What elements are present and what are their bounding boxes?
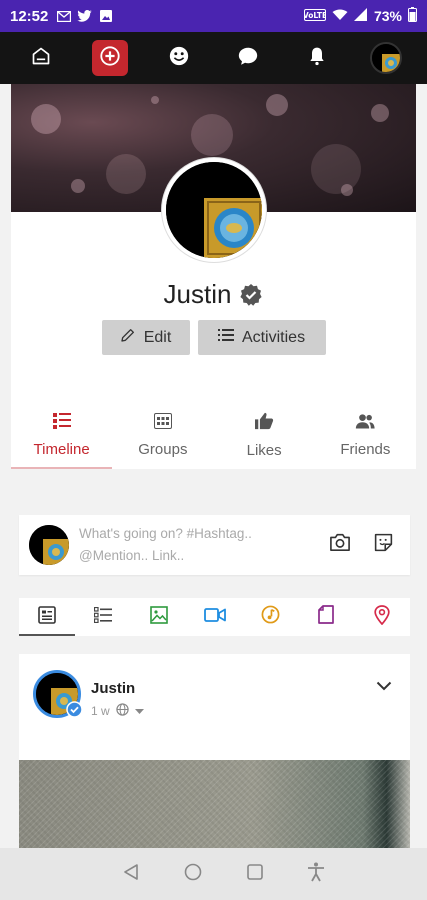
image-post-icon [149, 605, 168, 629]
edit-label: Edit [143, 328, 172, 346]
wifi-icon [332, 8, 348, 24]
composer-placeholder-line2: @Mention.. Link.. [79, 548, 185, 563]
status-time: 12:52 [10, 7, 49, 25]
signal-icon [353, 8, 368, 24]
location-post-tab[interactable] [354, 598, 410, 636]
tab-groups[interactable]: Groups [112, 402, 213, 469]
profile-tabs: Timeline Groups Likes Friends [11, 402, 416, 469]
activities-label: Activities [241, 328, 306, 346]
tab-label: Likes [246, 442, 282, 459]
activities-button[interactable]: Activities [197, 320, 326, 355]
tab-label: Groups [138, 441, 188, 458]
post-card: Justin 1 w [19, 654, 410, 848]
post-image[interactable] [19, 760, 410, 848]
video-post-icon [203, 607, 226, 628]
image-post-tab[interactable] [131, 598, 187, 636]
camera-icon[interactable] [329, 532, 351, 558]
post-time[interactable]: 1 w [91, 704, 110, 718]
battery-percent: 73% [373, 8, 402, 24]
likes-icon [254, 412, 274, 434]
tab-label: Timeline [33, 441, 90, 458]
sticker-icon[interactable] [373, 532, 394, 558]
svg-text:VoLTE: VoLTE [304, 11, 326, 20]
post-author-name[interactable]: Justin [91, 680, 144, 697]
home-icon [31, 46, 51, 71]
emoji-button[interactable] [161, 40, 197, 76]
home-button[interactable] [23, 40, 59, 76]
music-post-icon [261, 605, 280, 629]
profile-avatar-button[interactable] [368, 40, 404, 76]
emoji-icon [168, 45, 190, 72]
list-post-icon [93, 606, 112, 628]
top-nav [0, 32, 427, 84]
notifications-button[interactable] [299, 40, 335, 76]
system-nav-bar [0, 848, 427, 900]
tab-likes[interactable]: Likes [214, 402, 315, 469]
gallery-icon [98, 9, 113, 23]
plus-circle-icon [99, 45, 121, 72]
video-post-tab[interactable] [187, 598, 243, 636]
back-icon[interactable] [122, 863, 140, 886]
accessibility-icon[interactable] [307, 862, 325, 887]
list-icon [217, 328, 234, 347]
recents-icon[interactable] [246, 863, 263, 885]
post-composer[interactable]: What's going on? #Hashtag.. @Mention.. L… [19, 515, 410, 575]
music-post-tab[interactable] [242, 598, 298, 636]
volte-icon: VoLTE [303, 8, 327, 24]
author-verified-icon [66, 701, 83, 723]
privacy-dropdown-icon[interactable] [134, 704, 144, 718]
messages-button[interactable] [230, 40, 266, 76]
file-post-tab[interactable] [298, 598, 354, 636]
timeline-icon [52, 413, 71, 433]
tab-timeline[interactable]: Timeline [11, 402, 113, 469]
profile-avatar[interactable] [162, 158, 266, 262]
home-circle-icon[interactable] [184, 863, 202, 886]
composer-input[interactable]: What's going on? #Hashtag.. @Mention.. L… [79, 523, 329, 567]
pencil-icon [120, 327, 136, 348]
profile-card: Justin Edit Activities Timeline Groups L… [11, 84, 416, 469]
list-post-tab[interactable] [75, 598, 131, 636]
create-post-button[interactable] [91, 40, 128, 76]
gmail-icon [56, 9, 71, 23]
status-bar: 12:52 VoLTE 73% [0, 0, 427, 32]
globe-icon [116, 703, 129, 719]
composer-avatar [29, 525, 69, 565]
location-post-icon [374, 604, 390, 630]
chevron-down-icon[interactable] [376, 678, 392, 696]
composer-placeholder-line1: What's going on? #Hashtag.. [79, 526, 252, 541]
twitter-icon [77, 9, 93, 23]
tab-label: Friends [340, 441, 391, 458]
tab-friends[interactable]: Friends [315, 402, 416, 469]
battery-icon [408, 7, 417, 25]
post-type-bar [19, 598, 410, 636]
text-post-icon [38, 605, 56, 629]
file-post-icon [318, 605, 335, 629]
avatar [370, 42, 403, 74]
groups-icon [153, 413, 172, 433]
friends-icon [355, 413, 375, 433]
edit-profile-button[interactable]: Edit [101, 320, 190, 355]
text-post-tab[interactable] [19, 598, 75, 636]
bell-icon [307, 45, 327, 72]
chat-icon [237, 45, 259, 72]
verified-badge-icon [239, 283, 263, 307]
profile-name: Justin [163, 279, 232, 309]
